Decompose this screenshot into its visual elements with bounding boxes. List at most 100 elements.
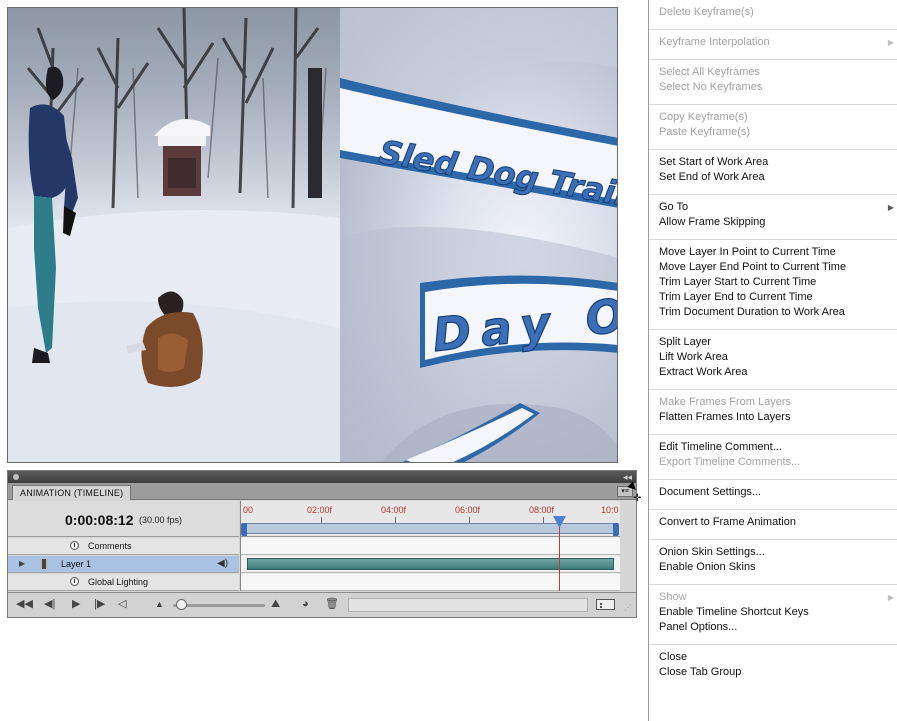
menu-item[interactable]: Enable Onion Skins [649,560,897,575]
menu-group: Onion Skin Settings... Enable Onion Skins [649,540,897,585]
menu-item: Make Frames From Layers [649,395,897,410]
menu-group: Show ▶ Enable Timeline Shortcut Keys Panel … [649,585,897,645]
menu-item-label: Export Timeline Comments... [659,456,801,468]
track-label-global-lighting: Global Lighting [88,577,149,587]
canvas-preview[interactable]: Sled Dog Trainin Day One [7,7,618,463]
menu-item[interactable]: Split Layer [649,335,897,350]
menu-item-label: Paste Keyframe(s) [659,126,751,138]
lane-comments[interactable] [241,538,620,555]
menu-item[interactable]: Move Layer In Point to Current Time [649,245,897,260]
panel-collapse-icon[interactable]: ◂◂ [623,471,632,483]
menu-item[interactable]: Close Tab Group [649,665,897,680]
menu-item-label: Move Layer End Point to Current Time [659,261,847,273]
stage: Sled Dog Trainin Day One ◂◂ ANIMATION (T… [0,0,897,721]
menu-group: Select All Keyframes Select No Keyframes [649,60,897,105]
current-time-display[interactable]: 0:00:08:12 [65,512,134,528]
menu-item[interactable]: Move Layer End Point to Current Time [649,260,897,275]
zoom-in-icon[interactable]: ⛰ [271,598,280,611]
convert-to-frame-animation-icon[interactable] [596,599,615,610]
menu-item-label: Move Layer In Point to Current Time [659,246,836,258]
lane-global-lighting[interactable] [241,574,620,591]
play-icon[interactable]: ▶ [72,598,80,611]
menu-item[interactable]: Set Start of Work Area [649,155,897,170]
first-frame-icon[interactable]: ◀◀ [16,598,33,611]
title-graphic-snow: Sled Dog Trainin Day One [340,8,617,462]
menu-item[interactable]: Set End of Work Area [649,170,897,185]
stopwatch-icon[interactable] [70,541,79,550]
speaker-icon[interactable]: ◀) [217,556,228,572]
menu-item[interactable]: Document Settings... [649,485,897,500]
ruler-label: 00 [243,505,254,515]
work-area-end-handle[interactable] [613,523,619,536]
menu-item[interactable]: Onion Skin Settings... [649,545,897,560]
menu-item: Select All Keyframes [649,65,897,80]
menu-item-label: Select No Keyframes [659,81,763,93]
menu-item[interactable]: Allow Frame Skipping [649,215,897,230]
menu-item[interactable]: Trim Layer End to Current Time [649,290,897,305]
trash-icon[interactable]: 🗑 [325,598,339,611]
track-global-lighting[interactable]: Global Lighting [8,574,239,591]
menu-item: Show ▶ [649,590,897,605]
menu-item[interactable]: Trim Layer Start to Current Time [649,275,897,290]
track-layer-1[interactable]: ▶ Layer 1 ◀) [8,556,239,573]
time-ruler[interactable]: 00 02:00f 04:00f 06:00f 08:00f 10:0 [241,501,620,537]
menu-item[interactable]: Trim Document Duration to Work Area [649,305,897,320]
panel-tab-row: ANIMATION (TIMELINE) ▾≡ [8,483,636,500]
menu-group: Convert to Frame Animation [649,510,897,540]
work-area-bar[interactable] [244,523,618,534]
menu-item: Delete Keyframe(s) [649,5,897,20]
menu-item-label: Onion Skin Settings... [659,546,765,558]
menu-item-label: Document Settings... [659,486,762,498]
tab-animation-timeline[interactable]: ANIMATION (TIMELINE) [12,485,132,500]
timeline-controls: ◀◀ ◀| ▶ |▶ ◁ ▲ ⛰ ◕ 🗑 ⋰ [8,592,636,617]
ruler-label: 06:00f [455,505,481,515]
ruler-label: 10:0 [601,505,619,515]
menu-item[interactable]: Go To ▶ [649,200,897,215]
track-comments[interactable]: Comments [8,538,239,555]
menu-item[interactable]: Extract Work Area [649,365,897,380]
menu-item[interactable]: Enable Timeline Shortcut Keys [649,605,897,620]
title-banner-art: Sled Dog Trainin Day One [340,8,617,462]
next-frame-icon[interactable]: |▶ [94,598,105,611]
menu-item[interactable]: Close [649,650,897,665]
onion-skin-icon[interactable]: ◕ [302,598,309,611]
ruler-label: 04:00f [381,505,407,515]
menu-group: Split Layer Lift Work Area Extract Work Ar… [649,330,897,390]
expand-triangle-icon[interactable]: ▶ [19,556,25,572]
menu-group: Edit Timeline Comment... Export Timeline … [649,435,897,480]
menu-item[interactable]: Edit Timeline Comment... [649,440,897,455]
animation-timeline-panel: ◂◂ ANIMATION (TIMELINE) ▾≡ 0:00:08:12 (3… [7,470,637,618]
timeline-tracks-area[interactable]: 00 02:00f 04:00f 06:00f 08:00f 10:0 [240,501,620,591]
previous-frame-icon[interactable]: ◀| [44,598,55,611]
menu-item: Select No Keyframes [649,80,897,95]
stopwatch-icon[interactable] [70,577,79,586]
menu-item-label: Show [659,591,687,603]
menu-item-label: Delete Keyframe(s) [659,6,754,18]
menu-item-label: Split Layer [659,336,711,348]
menu-group: Set Start of Work Area Set End of Work Ar… [649,150,897,195]
current-time-row: 0:00:08:12 (30.00 fps) [8,501,239,537]
work-area-start-handle[interactable] [241,523,247,536]
menu-item[interactable]: Flatten Frames Into Layers [649,410,897,425]
panel-close-icon[interactable] [13,474,19,480]
menu-item-label: Copy Keyframe(s) [659,111,748,123]
menu-item-label: Lift Work Area [659,351,728,363]
menu-item: Paste Keyframe(s) [649,125,897,140]
menu-item-label: Enable Timeline Shortcut Keys [659,606,809,618]
menu-item[interactable]: Panel Options... [649,620,897,635]
audio-icon[interactable]: ◁ [118,598,126,611]
menu-group: Copy Keyframe(s) Paste Keyframe(s) [649,105,897,150]
submenu-arrow-icon: ▶ [887,38,894,47]
track-label-layer: Layer 1 [61,559,92,569]
resize-grip-icon[interactable]: ⋰ [624,603,632,612]
menu-item-label: Allow Frame Skipping [659,216,766,228]
zoom-slider-thumb[interactable] [176,599,187,610]
lane-layer-1[interactable] [241,556,620,573]
menu-item[interactable]: Lift Work Area [649,350,897,365]
panel-title-bar[interactable]: ◂◂ [8,471,636,483]
menu-item-label: Extract Work Area [659,366,748,378]
menu-item-label: Panel Options... [659,621,738,633]
menu-item[interactable]: Convert to Frame Animation [649,515,897,530]
menu-item-label: Set Start of Work Area [659,156,769,168]
zoom-out-icon[interactable]: ▲ [155,598,164,611]
